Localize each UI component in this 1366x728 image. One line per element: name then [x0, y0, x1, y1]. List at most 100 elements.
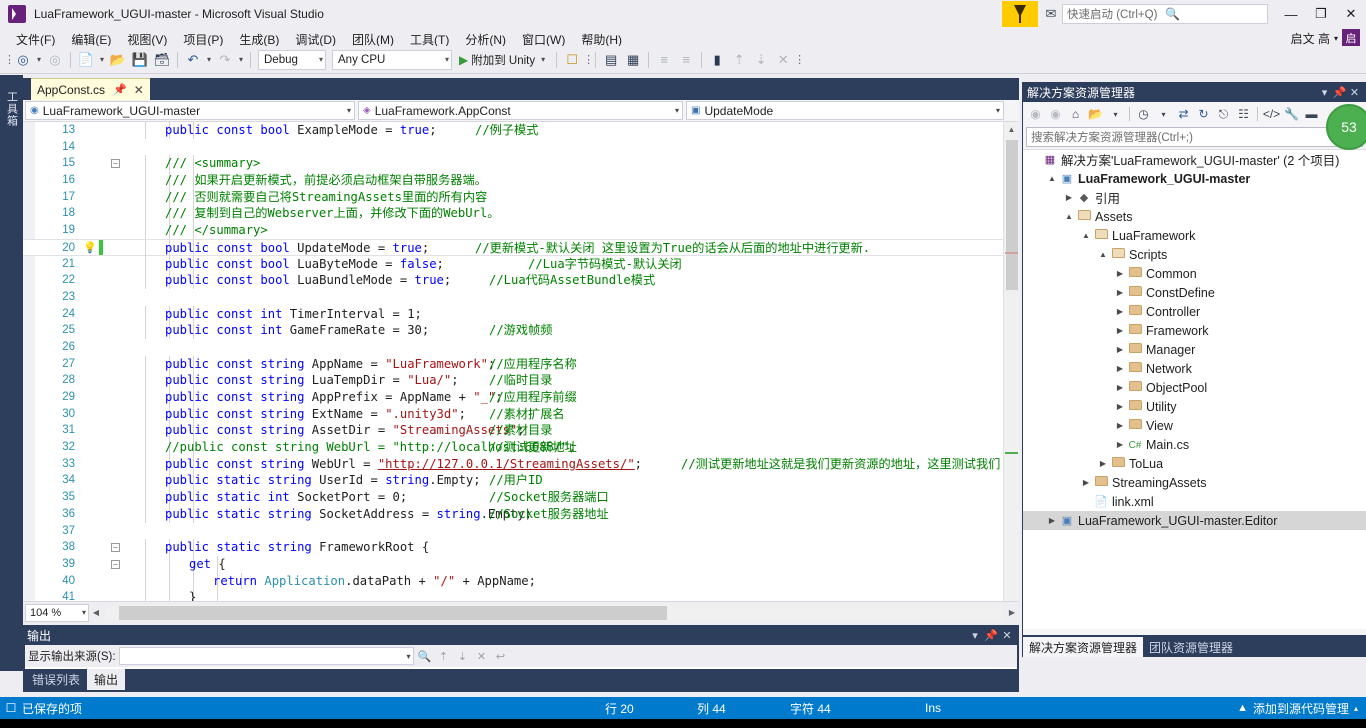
lightbulb-icon[interactable]: 💡 [83, 240, 97, 257]
document-tab-appconst[interactable]: AppConst.cs 📌 ✕ [31, 78, 150, 100]
preview-selected-items-icon[interactable]: ☐ [561, 49, 583, 71]
tree-item[interactable]: •▦ 解决方案'LuaFramework_UGUI-master' (2 个项目) [1023, 150, 1366, 169]
find-message-icon[interactable]: 🔍 [417, 650, 433, 663]
expand-arrow-icon[interactable]: ▶ [1114, 402, 1126, 411]
send-feedback-icon[interactable]: ✉ [1040, 4, 1062, 24]
member-dropdown[interactable]: ▣ UpdateMode ▾ [686, 101, 1004, 120]
code-line[interactable]: 35 public static int SocketPort = 0; //Soc… [23, 489, 1003, 506]
expand-arrow-icon[interactable]: ▲ [1046, 174, 1058, 183]
code-line[interactable]: 36 public static string SocketAddress = s… [23, 505, 1003, 523]
tree-item[interactable]: ▶ Utility [1023, 397, 1366, 416]
expand-arrow-icon[interactable]: ▶ [1114, 345, 1126, 354]
redo-caret-icon[interactable]: ▾ [236, 55, 246, 64]
expand-arrow-icon[interactable]: ▲ [1097, 250, 1109, 259]
view-code-icon[interactable]: </> [1262, 104, 1281, 124]
expand-arrow-icon[interactable]: ▶ [1114, 421, 1126, 430]
pin-icon[interactable]: 📌 [1332, 86, 1347, 99]
code-line[interactable]: 37 [23, 523, 1003, 540]
toggle-bookmark-icon[interactable]: ▮ [706, 49, 728, 71]
tree-item[interactable]: ▶ ▣ LuaFramework_UGUI-master.Editor [1023, 511, 1366, 530]
tree-item[interactable]: ▲ Scripts [1023, 245, 1366, 264]
expand-arrow-icon[interactable]: ▶ [1114, 364, 1126, 373]
code-line[interactable]: 24 public const int TimerInterval = 1; [23, 305, 1003, 323]
code-line[interactable]: 33 public const string WebUrl = "http://1… [23, 455, 1003, 473]
expand-arrow-icon[interactable]: ▲ [1080, 231, 1092, 240]
close-icon[interactable]: ✕ [134, 83, 144, 97]
refresh-icon[interactable]: ↻ [1194, 104, 1213, 124]
vertical-scroll-thumb[interactable] [1006, 140, 1018, 290]
toggle-word-wrap-icon[interactable]: ↩ [493, 650, 509, 663]
status-source-control[interactable]: ▲ 添加到源代码管理 ▴ [1237, 700, 1358, 717]
save-all-icon[interactable]: 🗃 [151, 49, 173, 71]
chevron-down-icon-2[interactable]: ▾ [1154, 104, 1173, 124]
new-project-caret-icon[interactable]: ▾ [97, 55, 107, 64]
comment-selection-icon[interactable]: ▤ [600, 49, 622, 71]
decrease-indent-icon[interactable]: ≡ [675, 49, 697, 71]
tree-item[interactable]: ▶ Framework [1023, 321, 1366, 340]
forward-icon[interactable]: ◉ [1046, 104, 1065, 124]
back-icon[interactable]: ◉ [1026, 104, 1045, 124]
save-icon[interactable]: 💾 [129, 49, 151, 71]
collapse-icon[interactable]: − [111, 159, 120, 169]
maximize-button[interactable]: ❐ [1306, 0, 1336, 28]
uncomment-selection-icon[interactable]: ▦ [622, 49, 644, 71]
tree-item[interactable]: ▶ ToLua [1023, 454, 1366, 473]
project-dropdown[interactable]: ◉ LuaFramework_UGUI-master ▾ [25, 101, 355, 120]
tree-item[interactable]: •📄 link.xml [1023, 492, 1366, 511]
quick-launch-input[interactable]: 快速启动 (Ctrl+Q) 🔍 [1062, 4, 1268, 24]
properties-icon[interactable]: 🔧 [1282, 104, 1301, 124]
code-line[interactable]: 14 [23, 139, 1003, 156]
code-line[interactable]: 29 public const string AppPrefix = AppNam… [23, 389, 1003, 406]
tree-item[interactable]: ▲ Assets [1023, 207, 1366, 226]
tab-team-explorer[interactable]: 团队资源管理器 [1143, 637, 1239, 657]
toolbar-overflow-1[interactable]: ⋮ [583, 53, 594, 66]
tree-item[interactable]: ▶ View [1023, 416, 1366, 435]
toolbar-overflow-2[interactable]: ⋮ [794, 53, 805, 66]
tree-item[interactable]: ▶ ConstDefine [1023, 283, 1366, 302]
code-line[interactable]: 34 public static string UserId = string.E… [23, 472, 1003, 490]
pin-icon[interactable]: 📌 [983, 629, 999, 642]
tab-output[interactable]: 输出 [87, 669, 126, 690]
tree-item[interactable]: ▶ ◆ 引用 [1023, 188, 1366, 207]
code-line[interactable]: 41} [23, 589, 1003, 601]
code-line[interactable]: 32//public const string WebUrl = "http:/… [23, 439, 1003, 456]
code-line[interactable]: 18 /// 复制到自己的Webserver上面，并修改下面的WebUrl。 [23, 205, 1003, 223]
home-icon[interactable]: ⌂ [1066, 104, 1085, 124]
scroll-up-icon[interactable]: ▲ [1004, 122, 1019, 138]
notification-bubble[interactable]: 53 [1326, 104, 1366, 150]
tree-item[interactable]: ▲ LuaFramework [1023, 226, 1366, 245]
code-line[interactable]: 38 − public static string FrameworkRoot { [23, 539, 1003, 556]
tab-solution-explorer[interactable]: 解决方案资源管理器 [1023, 637, 1144, 657]
chevron-down-icon[interactable]: ▾ [1317, 86, 1332, 99]
close-button[interactable]: ✕ [1336, 0, 1366, 28]
expand-arrow-icon[interactable]: ▶ [1114, 440, 1126, 449]
code-line[interactable]: 40 return Application.dataPath + "/" + Ap… [23, 572, 1003, 590]
open-file-icon[interactable]: 📂 [107, 49, 129, 71]
preview-icon[interactable]: ▬ [1302, 104, 1321, 124]
code-line[interactable]: 13 public const bool ExampleMode = true; /… [23, 122, 1003, 139]
expand-arrow-icon[interactable]: ▶ [1114, 288, 1126, 297]
solution-tree[interactable]: •▦解决方案'LuaFramework_UGUI-master' (2 个项目)… [1023, 149, 1366, 629]
editor-vertical-scrollbar[interactable]: ▲ [1003, 122, 1019, 601]
expand-arrow-icon[interactable]: ▶ [1097, 459, 1109, 468]
undo-caret-icon[interactable]: ▾ [204, 55, 214, 64]
go-to-previous-icon[interactable]: ⇡ [436, 650, 452, 663]
previous-bookmark-icon[interactable]: ⇡ [728, 49, 750, 71]
chevron-down-icon[interactable]: ▾ [967, 629, 983, 642]
expand-arrow-icon[interactable]: ▲ [1063, 212, 1075, 221]
tree-item[interactable]: ▶ ObjectPool [1023, 378, 1366, 397]
new-project-icon[interactable]: 📄 [75, 49, 97, 71]
code-line[interactable]: 31 public const string AssetDir = "Stream… [23, 422, 1003, 440]
code-line[interactable]: 20 💡 public const bool UpdateMode = true; /… [23, 238, 1003, 257]
switch-views-icon[interactable]: 📂 [1086, 104, 1105, 124]
chevron-down-icon[interactable]: ▾ [1334, 34, 1338, 43]
account-name[interactable]: 启文 高 [1291, 30, 1330, 47]
collapse-icon[interactable]: − [111, 543, 120, 553]
expand-arrow-icon[interactable]: • [1029, 155, 1041, 164]
collapse-all-icon[interactable]: ⎋ [1214, 104, 1233, 124]
pin-icon[interactable]: 📌 [113, 83, 127, 96]
expand-arrow-icon[interactable]: ▶ [1114, 269, 1126, 278]
expand-arrow-icon[interactable]: ▶ [1080, 478, 1092, 487]
collapse-icon[interactable]: − [111, 559, 120, 569]
output-source-dropdown[interactable]: ▾ [118, 647, 414, 665]
